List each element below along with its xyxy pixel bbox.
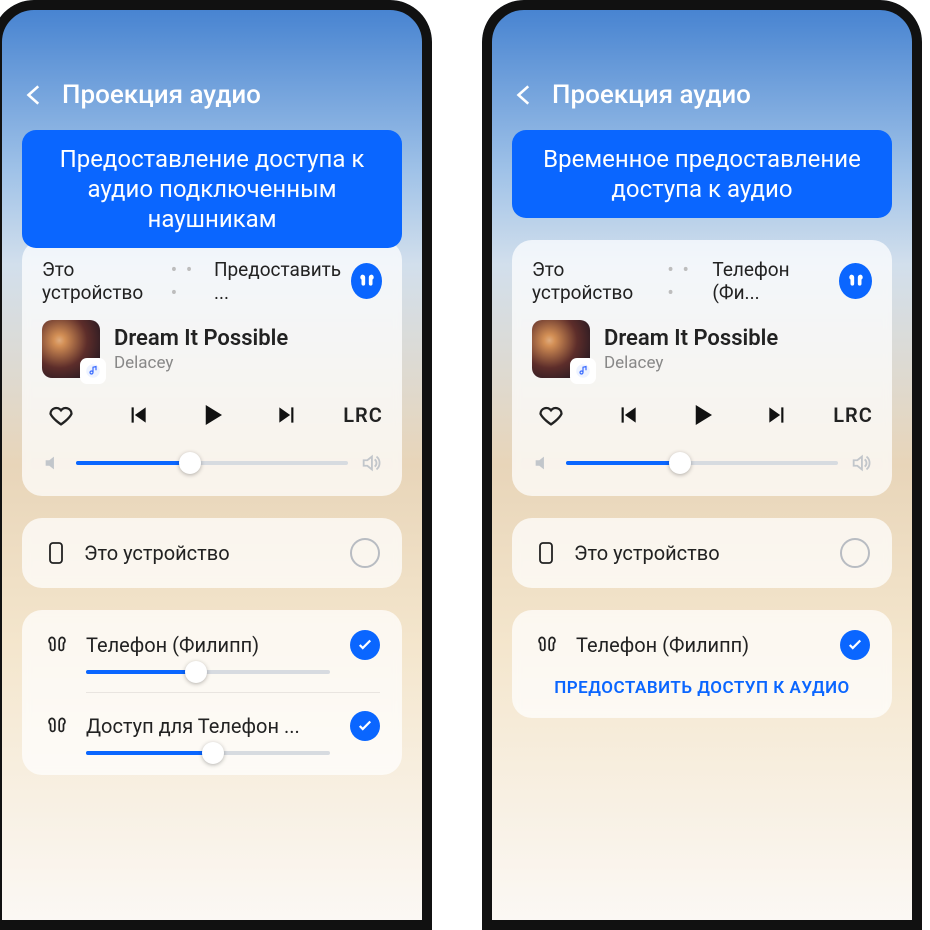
device-volume-slider-1[interactable] (86, 670, 330, 674)
screen-right: Проекция аудио Временное предоставление … (492, 10, 912, 920)
tab-share[interactable]: Телефон (Фи... (712, 258, 829, 304)
device-name-phone: Телефон (Филипп) (576, 633, 824, 657)
tab-separator-dots: • • • (171, 258, 204, 304)
song-title: Dream It Possible (604, 326, 778, 351)
earbuds-icon (534, 632, 560, 658)
screen-left: Проекция аудио Предоставление доступа к … (2, 10, 422, 920)
callout-left: Предоставление доступа к аудио подключен… (22, 130, 402, 248)
playback-controls: LRC (42, 400, 382, 430)
now-playing: Dream It Possible Delacey (532, 320, 872, 378)
topbar: Проекция аудио (22, 80, 402, 110)
playback-controls: LRC (532, 400, 872, 430)
album-art[interactable] (532, 320, 590, 378)
radio-unchecked[interactable] (840, 538, 870, 568)
volume-slider[interactable] (566, 461, 838, 465)
phone-device-icon (534, 539, 558, 567)
device-row-phone[interactable]: Телефон (Филипп) (534, 630, 870, 660)
divider (86, 692, 380, 693)
volume-high-icon (850, 452, 872, 474)
back-arrow-icon[interactable] (22, 82, 48, 108)
player-card: Это устройство • • • Телефон (Фи... Drea (512, 240, 892, 496)
tab-this-device[interactable]: Это устройство (42, 258, 161, 304)
song-meta: Dream It Possible Delacey (114, 326, 288, 373)
topbar: Проекция аудио (512, 80, 892, 110)
device-name-phone1: Телефон (Филипп) (86, 633, 334, 657)
phone-left: Проекция аудио Предоставление доступа к … (0, 0, 432, 930)
phone-frame: Проекция аудио Временное предоставление … (482, 0, 922, 930)
volume-row (42, 452, 382, 474)
favorite-button[interactable] (46, 400, 76, 430)
callout-right: Временное предоставление доступа к аудио (512, 130, 892, 218)
page-title: Проекция аудио (62, 80, 261, 110)
this-device-card[interactable]: Это устройство (22, 518, 402, 588)
previous-button[interactable] (122, 400, 152, 430)
previous-button[interactable] (612, 400, 642, 430)
song-title: Dream It Possible (114, 326, 288, 351)
share-audio-button[interactable]: ПРЕДОСТАВИТЬ ДОСТУП К АУДИО (534, 678, 870, 698)
phone-right: Проекция аудио Временное предоставление … (482, 0, 922, 930)
this-device-card-right[interactable]: Это устройство (512, 518, 892, 588)
device-tabs: Это устройство • • • Предоставить ... (42, 258, 382, 304)
volume-high-icon (360, 452, 382, 474)
earbuds-badge-icon[interactable] (839, 263, 872, 299)
volume-slider[interactable] (76, 461, 348, 465)
play-button[interactable] (197, 400, 227, 430)
radio-checked-icon[interactable] (350, 630, 380, 660)
earbuds-badge-icon[interactable] (351, 263, 382, 299)
device-volume-slider-2[interactable] (86, 751, 330, 755)
song-meta: Dream It Possible Delacey (604, 326, 778, 373)
tab-separator-dots: • • • (667, 258, 702, 304)
this-device-label: Это устройство (574, 541, 824, 565)
earbuds-icon (44, 713, 70, 739)
next-button[interactable] (763, 400, 793, 430)
song-artist: Delacey (114, 353, 288, 373)
back-arrow-icon[interactable] (512, 82, 538, 108)
music-app-icon (570, 358, 596, 384)
lyrics-button[interactable]: LRC (838, 400, 868, 430)
phone-device-icon (44, 539, 68, 567)
volume-low-icon (42, 452, 64, 474)
volume-row (532, 452, 872, 474)
this-device-label: Это устройство (84, 541, 334, 565)
device-row-phone1[interactable]: Телефон (Филипп) (44, 630, 380, 660)
phone-frame: Проекция аудио Предоставление доступа к … (0, 0, 432, 930)
favorite-button[interactable] (536, 400, 566, 430)
next-button[interactable] (273, 400, 303, 430)
radio-unchecked[interactable] (350, 538, 380, 568)
radio-checked-icon[interactable] (840, 630, 870, 660)
device-tabs: Это устройство • • • Телефон (Фи... (532, 258, 872, 304)
album-art[interactable] (42, 320, 100, 378)
earbuds-card-left: Телефон (Филипп) Доступ д (22, 610, 402, 775)
earbuds-icon (44, 632, 70, 658)
tab-share[interactable]: Предоставить ... (214, 258, 341, 304)
device-name-phone2: Доступ для Телефон ... (86, 714, 334, 738)
volume-low-icon (532, 452, 554, 474)
device-row-phone2[interactable]: Доступ для Телефон ... (44, 711, 380, 741)
tab-this-device[interactable]: Это устройство (532, 258, 657, 304)
player-card: Это устройство • • • Предоставить ... Dr (22, 240, 402, 496)
now-playing: Dream It Possible Delacey (42, 320, 382, 378)
song-artist: Delacey (604, 353, 778, 373)
earbuds-card-right: Телефон (Филипп) ПРЕДОСТАВИТЬ ДОСТУП К А… (512, 610, 892, 718)
music-app-icon (80, 358, 106, 384)
radio-checked-icon[interactable] (350, 711, 380, 741)
page-title: Проекция аудио (552, 80, 751, 110)
play-button[interactable] (687, 400, 717, 430)
lyrics-button[interactable]: LRC (348, 400, 378, 430)
